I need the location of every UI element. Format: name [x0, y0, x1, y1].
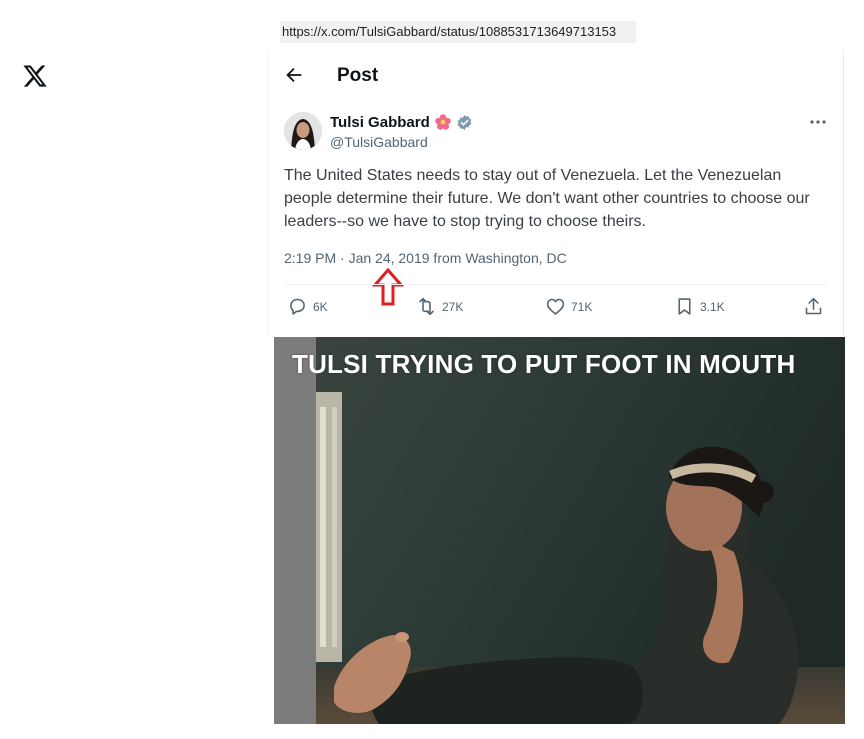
reply-icon	[290, 298, 305, 315]
bookmark-icon	[678, 298, 691, 315]
more-icon[interactable]	[808, 113, 828, 131]
bookmark-button[interactable]: 3.1K	[674, 296, 725, 317]
meme-photo	[274, 337, 845, 724]
red-up-arrow-icon	[372, 268, 404, 306]
avatar[interactable]	[284, 112, 322, 150]
x-logo-icon[interactable]	[22, 63, 48, 89]
tweet-text: The United States needs to stay out of V…	[284, 167, 810, 230]
share-icon	[805, 297, 822, 315]
like-count: 71K	[571, 299, 593, 314]
tweet-timestamp[interactable]: 2:19 PM · Jan 24, 2019 from Washington, …	[284, 250, 567, 266]
like-button[interactable]: 71K	[545, 296, 592, 317]
reply-count: 6K	[313, 299, 328, 314]
page-title: Post	[337, 65, 379, 86]
flower-emoji-icon	[434, 114, 451, 130]
url-bar[interactable]: https://x.com/TulsiGabbard/status/108853…	[280, 21, 636, 43]
share-button[interactable]	[803, 296, 824, 317]
back-arrow-icon[interactable]	[283, 64, 305, 86]
like-icon	[546, 298, 565, 315]
bookmark-count: 3.1K	[700, 299, 725, 314]
meme-image[interactable]: TULSI TRYING TO PUT FOOT IN MOUTH	[274, 337, 845, 724]
repost-button[interactable]: 27K	[416, 296, 463, 317]
reply-button[interactable]: 6K	[287, 296, 328, 317]
repost-icon	[419, 297, 434, 316]
divider	[284, 284, 828, 285]
repost-count: 27K	[442, 299, 464, 314]
author-row: Tulsi Gabbard	[330, 113, 473, 131]
author-name[interactable]: Tulsi Gabbard	[330, 114, 430, 131]
meme-caption: TULSI TRYING TO PUT FOOT IN MOUTH	[292, 349, 796, 379]
verified-badge-icon[interactable]	[456, 114, 473, 131]
author-handle[interactable]: @TulsiGabbard	[330, 134, 428, 150]
